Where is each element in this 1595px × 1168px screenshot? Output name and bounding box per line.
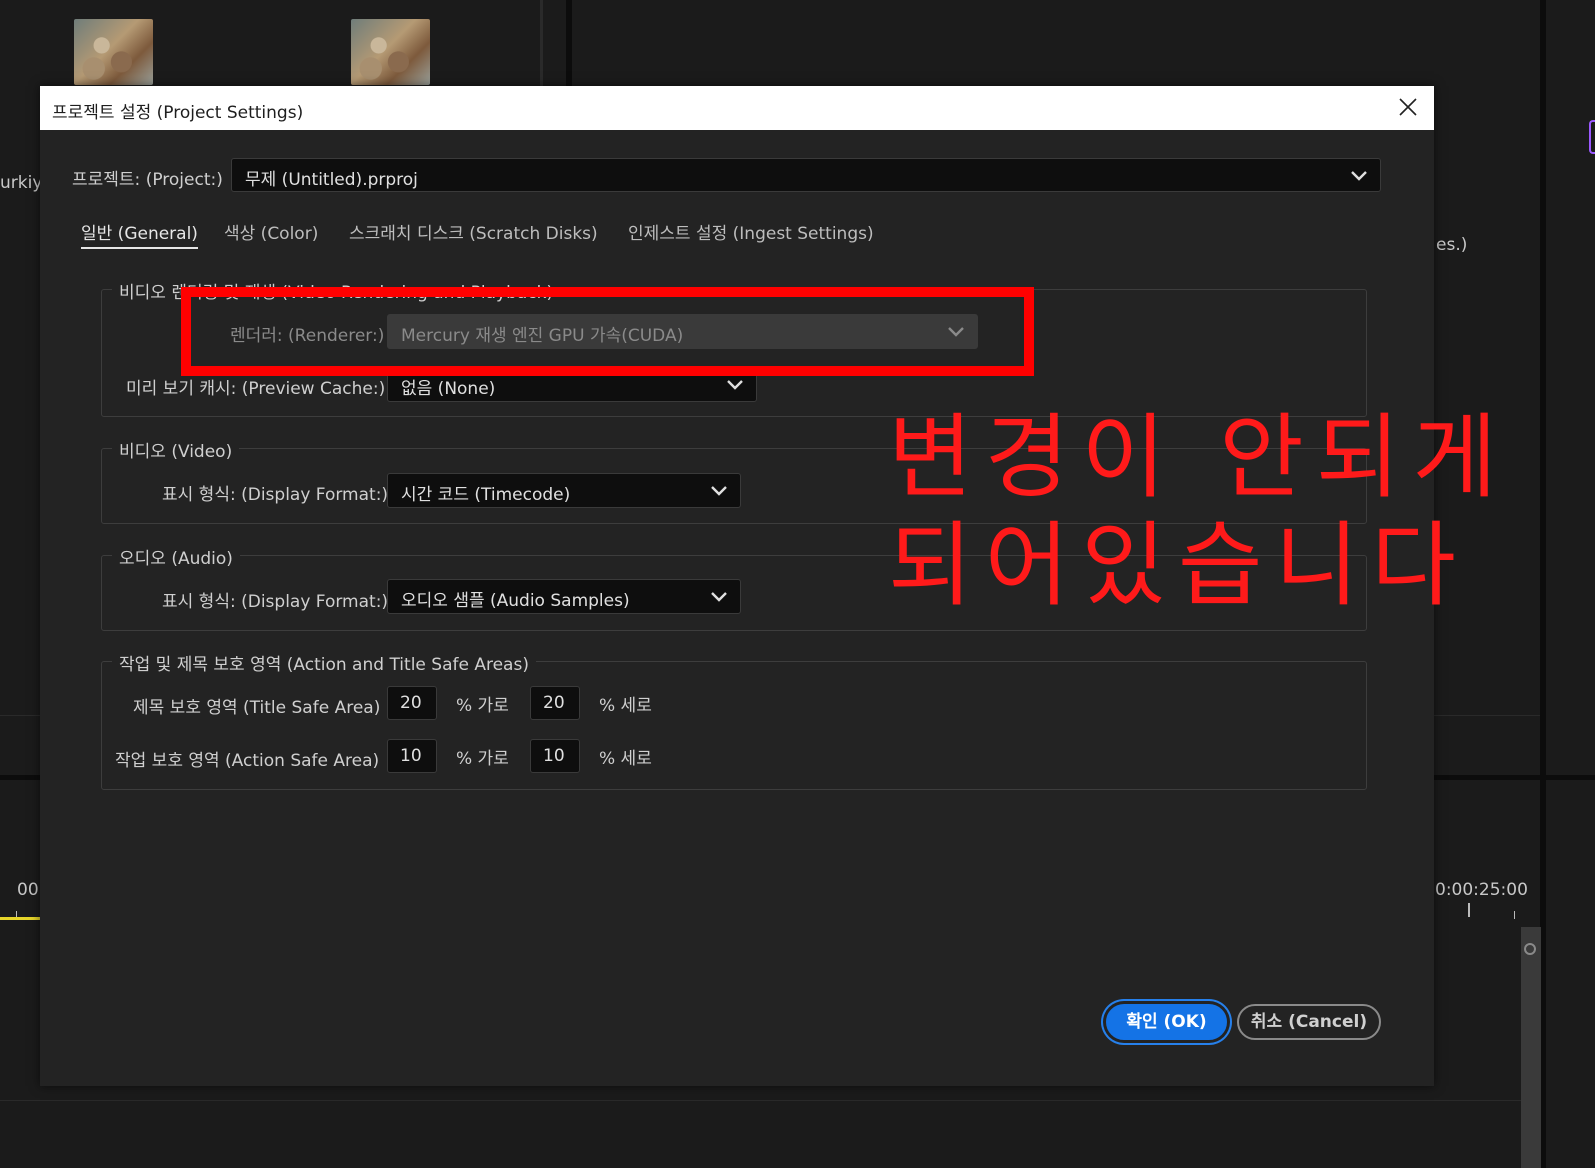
dialog-titlebar: 프로젝트 설정 (Project Settings) [40, 86, 1434, 130]
panel-line [0, 715, 40, 716]
project-select-value: 무제 (Untitled).prproj [245, 170, 418, 190]
audio-display-format-label: 표시 형식: (Display Format:) [162, 592, 389, 612]
timeline-tick [1514, 911, 1515, 919]
unit-vertical: % 세로 [599, 696, 652, 716]
annotation-line-2: 되어있습니다 [888, 512, 1468, 619]
vertical-scrollbar[interactable] [1521, 927, 1541, 1168]
audio-display-format-value: 오디오 샘플 (Audio Samples) [401, 591, 630, 611]
chevron-down-icon [711, 486, 727, 496]
annotation-highlight-box [181, 287, 1034, 376]
tab-general[interactable]: 일반 (General) [81, 219, 198, 249]
panel-divider[interactable] [0, 775, 40, 780]
group-legend: 오디오 (Audio) [112, 544, 240, 569]
info-text: es.) [1436, 235, 1468, 255]
chevron-down-icon [1351, 171, 1367, 181]
panel-line [0, 1100, 1521, 1101]
project-select[interactable]: 무제 (Untitled).prproj [231, 158, 1381, 192]
video-display-format-label: 표시 형식: (Display Format:) [162, 485, 389, 505]
group-legend: 작업 및 제목 보호 영역 (Action and Title Safe Are… [112, 650, 536, 675]
unit-vertical: % 세로 [599, 749, 652, 769]
preview-cache-select-value: 없음 (None) [401, 379, 496, 399]
title-safe-vertical-input[interactable]: 20 [530, 686, 580, 720]
panel-line [1434, 715, 1540, 716]
unit-horizontal: % 가로 [456, 749, 509, 769]
action-safe-vertical-input[interactable]: 10 [530, 739, 580, 773]
chevron-down-icon [727, 380, 743, 390]
panel-divider[interactable] [1434, 775, 1595, 780]
chevron-down-icon [711, 592, 727, 602]
panel-divider[interactable] [566, 0, 572, 90]
audio-display-format-select[interactable]: 오디오 샘플 (Audio Samples) [387, 579, 741, 614]
video-display-format-select[interactable]: 시간 코드 (Timecode) [387, 473, 741, 508]
tab-ingest-settings[interactable]: 인제스트 설정 (Ingest Settings) [628, 219, 874, 244]
title-safe-area-label: 제목 보호 영역 (Title Safe Area) [133, 698, 381, 718]
panel-divider[interactable] [540, 0, 543, 90]
close-icon[interactable] [1396, 95, 1420, 119]
dialog-title: 프로젝트 설정 (Project Settings) [52, 103, 304, 123]
clip-thumbnail[interactable] [351, 19, 430, 85]
timeline-timecode: 0:00:25:00 [1435, 880, 1528, 900]
action-safe-area-label: 작업 보호 영역 (Action Safe Area) [115, 751, 380, 771]
timeline-tick [1468, 903, 1470, 917]
video-display-format-value: 시간 코드 (Timecode) [401, 485, 571, 505]
ok-button[interactable]: 확인 (OK) [1106, 1004, 1227, 1040]
group-legend: 비디오 (Video) [112, 437, 240, 462]
playhead-bar[interactable] [0, 917, 40, 920]
panel-button-edge[interactable] [1589, 120, 1595, 154]
title-safe-horizontal-input[interactable]: 20 [387, 686, 437, 720]
tab-color[interactable]: 색상 (Color) [224, 219, 318, 244]
annotation-text: 변경이 안되게 되어있습니다 [888, 404, 1509, 620]
action-safe-horizontal-input[interactable]: 10 [387, 739, 437, 773]
preview-cache-label: 미리 보기 캐시: (Preview Cache:) [126, 379, 386, 399]
unit-horizontal: % 가로 [456, 696, 509, 716]
tab-scratch-disks[interactable]: 스크래치 디스크 (Scratch Disks) [349, 219, 598, 244]
cancel-button[interactable]: 취소 (Cancel) [1237, 1004, 1381, 1040]
clip-thumbnail[interactable] [74, 19, 153, 85]
annotation-line-1: 변경이 안되게 [888, 404, 1510, 511]
timeline-timecode: 00 [17, 880, 39, 900]
project-label: 프로젝트: (Project:) [72, 170, 223, 190]
scroll-handle[interactable] [1524, 943, 1536, 955]
